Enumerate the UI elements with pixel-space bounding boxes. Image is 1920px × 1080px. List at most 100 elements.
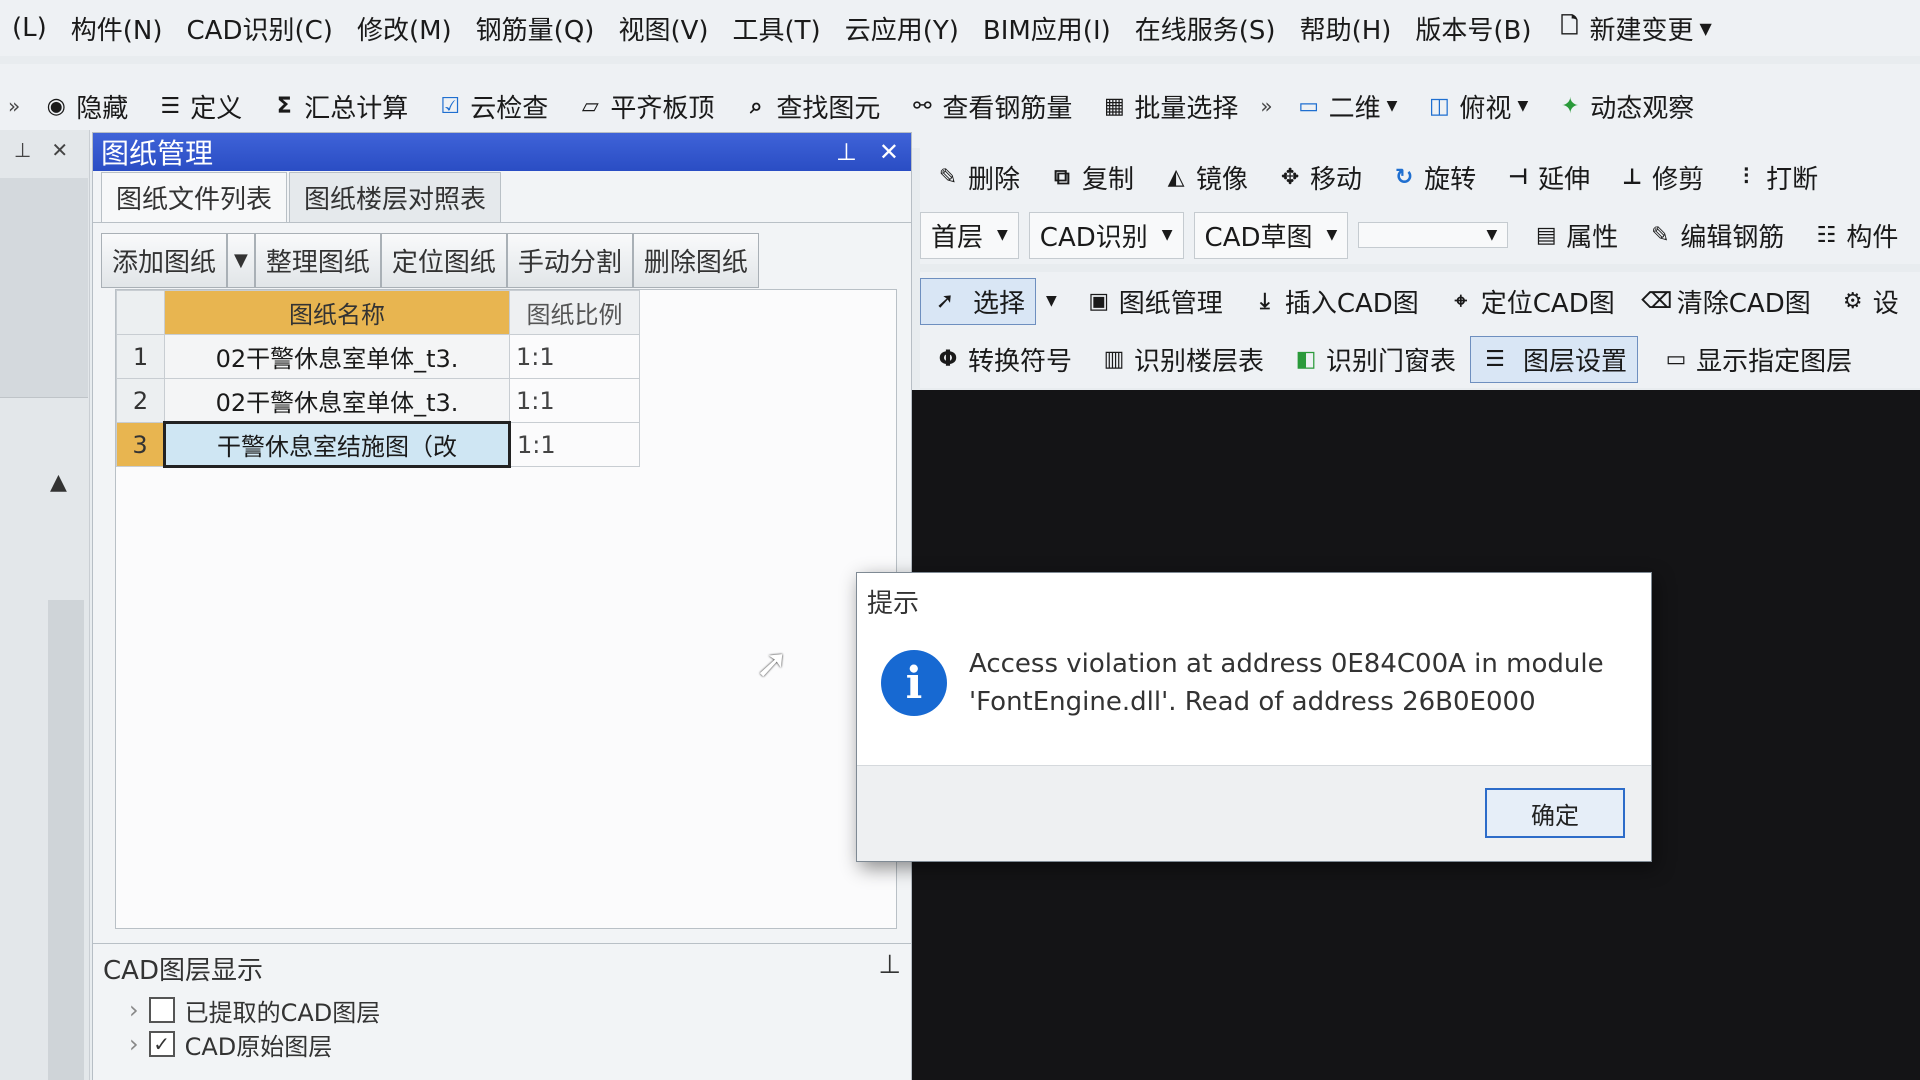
drawing-scale-cell[interactable]: 1:1 <box>509 334 640 379</box>
menu-item-modify[interactable]: 修改(M) <box>345 10 464 47</box>
drawing-scale-cell[interactable]: 1:1 <box>509 378 640 423</box>
batch-select-button[interactable]: ▦ 批量选择 <box>1086 88 1252 125</box>
menu-item-view[interactable]: 视图(V) <box>606 10 720 47</box>
empty-select[interactable]: ▼ <box>1358 222 1509 248</box>
menu-item-cloud[interactable]: 云应用(Y) <box>833 10 971 47</box>
rotate-button[interactable]: ↻ 旋转 <box>1376 159 1490 196</box>
close-icon[interactable]: ✕ <box>879 138 899 166</box>
delete-drawing-button[interactable]: 删除图纸 <box>632 233 759 288</box>
eraser-icon: ✎ <box>938 164 958 190</box>
dynamic-view-button[interactable]: ✦ 动态观察 <box>1542 88 1708 125</box>
view-rebar-label: 查看钢筋量 <box>942 93 1073 124</box>
drawing-scale-cell[interactable]: 1:1 <box>509 422 640 467</box>
copy-button[interactable]: ⧉ 复制 <box>1034 159 1148 196</box>
settings-button[interactable]: ⚙ 设 <box>1825 283 1913 320</box>
layer-settings-button[interactable]: ☰ 图层设置 <box>1470 335 1639 383</box>
recognize-floor-table-button[interactable]: ▥ 识别楼层表 <box>1086 341 1278 378</box>
select-button[interactable]: ➚ 选择 <box>920 277 1037 325</box>
menu-item-bim[interactable]: BIM应用(I) <box>971 10 1123 47</box>
define-button[interactable]: ☰ 定义 <box>142 88 256 125</box>
table-row[interactable]: 1 02干警休息室单体_t3. 1:1 <box>116 334 640 379</box>
mode-select[interactable]: CAD识别 ▼ <box>1028 211 1184 259</box>
drawing-name-cell[interactable]: 干警休息室结施图（改 <box>163 421 511 468</box>
tab-file-list[interactable]: 图纸文件列表 <box>101 172 288 222</box>
break-label: 打断 <box>1766 164 1819 195</box>
layer-settings-label: 图层设置 <box>1523 346 1628 377</box>
chevron-down-icon[interactable]: ▼ <box>1046 293 1057 309</box>
summary-button[interactable]: Σ 汇总计算 <box>256 88 422 125</box>
draft-select[interactable]: CAD草图 ▼ <box>1193 211 1349 259</box>
mirror-button[interactable]: ◭ 镜像 <box>1148 159 1262 196</box>
drawing-icon: ▣ <box>1088 288 1110 314</box>
menu-item-rebar[interactable]: 钢筋量(Q) <box>464 10 607 47</box>
find-button[interactable]: ⌕ 查找图元 <box>728 88 894 125</box>
add-drawing-button[interactable]: 添加图纸 <box>101 233 228 288</box>
tab-floor-mapping[interactable]: 图纸楼层对照表 <box>289 172 502 222</box>
new-change-menu[interactable]: 🗋 新建变更 ▼ <box>1544 10 1724 47</box>
checkbox-checked[interactable]: ✓ <box>148 1031 175 1057</box>
insert-cad-button[interactable]: ⤓ 插入CAD图 <box>1237 283 1433 320</box>
ok-button[interactable]: 确定 <box>1485 788 1625 838</box>
trim-button[interactable]: ⊥ 修剪 <box>1604 159 1718 196</box>
trim-label: 修剪 <box>1652 164 1705 195</box>
hide-button[interactable]: ◉ 隐藏 <box>28 88 142 125</box>
table-row[interactable]: 2 02干警休息室单体_t3. 1:1 <box>116 378 640 423</box>
overflow-chevron-icon[interactable]: » <box>1252 94 1280 118</box>
chevron-up-icon[interactable]: ▲ <box>50 470 67 495</box>
menu-item-tools[interactable]: 工具(T) <box>721 10 833 47</box>
drawing-name-cell[interactable]: 02干警休息室单体_t3. <box>164 378 510 423</box>
pin-icon[interactable]: ⊥ <box>878 950 901 987</box>
overflow-chevron-icon[interactable]: » <box>0 94 28 118</box>
chevron-right-icon[interactable]: › <box>129 996 139 1024</box>
left-dock-strip: ⊥ ✕ ▲ <box>0 130 90 1080</box>
organize-drawing-button[interactable]: 整理图纸 <box>254 233 381 288</box>
break-button[interactable]: ⫶ 打断 <box>1718 159 1832 196</box>
pointer-icon: ➚ <box>935 288 955 314</box>
view-rebar-button[interactable]: ⚯ 查看钢筋量 <box>894 88 1086 125</box>
layer-item-extracted[interactable]: › 已提取的CAD图层 <box>93 993 911 1027</box>
floor-select[interactable]: 首层 ▼ <box>920 211 1019 259</box>
manual-split-button[interactable]: 手动分割 <box>506 233 633 288</box>
convert-symbol-button[interactable]: Φ 转换符号 <box>920 341 1086 378</box>
extend-button[interactable]: ⊣ 延伸 <box>1490 159 1604 196</box>
view-2d-dropdown[interactable]: ▭ 二维 ▼ <box>1281 88 1412 125</box>
cloud-check-button[interactable]: ☑ 云检查 <box>422 88 562 125</box>
align-top-button[interactable]: ▱ 平齐板顶 <box>562 88 728 125</box>
extend-label: 延伸 <box>1538 164 1591 195</box>
add-drawing-dropdown[interactable]: ▼ <box>227 233 255 288</box>
menu-item-cad[interactable]: CAD识别(C) <box>175 10 345 47</box>
close-icon[interactable]: ✕ <box>51 138 68 162</box>
properties-button[interactable]: ▤ 属性 <box>1518 217 1632 254</box>
menu-item-online[interactable]: 在线服务(S) <box>1123 10 1288 47</box>
recognize-door-window-button[interactable]: ◧ 识别门窗表 <box>1278 341 1470 378</box>
drawing-name-cell[interactable]: 02干警休息室单体_t3. <box>164 334 510 379</box>
dialog-message: Access violation at address 0E84C00A in … <box>969 645 1604 721</box>
show-layer-button[interactable]: ▭ 显示指定图层 <box>1648 341 1866 378</box>
table-row-selected[interactable]: 3 干警休息室结施图（改 1:1 <box>116 421 640 468</box>
panel-title: 图纸管理 <box>101 137 214 170</box>
drawing-management-button[interactable]: ▣ 图纸管理 <box>1071 283 1237 320</box>
layer-item-original[interactable]: › ✓ CAD原始图层 <box>93 1027 911 1061</box>
edit-rebar-button[interactable]: ✎ 编辑钢筋 <box>1632 217 1798 254</box>
rotate-label: 旋转 <box>1424 164 1477 195</box>
menu-item-version[interactable]: 版本号(B) <box>1403 10 1543 47</box>
menu-item-component[interactable]: 构件(N) <box>59 10 175 47</box>
move-button[interactable]: ✥ 移动 <box>1262 159 1376 196</box>
column-header-name[interactable]: 图纸名称 <box>164 290 510 335</box>
document-icon: 🗋 <box>1560 14 1579 39</box>
checkbox[interactable] <box>148 997 175 1023</box>
menu-item[interactable]: (L) <box>0 13 59 43</box>
clear-cad-button[interactable]: ⌫ 清除CAD图 <box>1629 283 1825 320</box>
column-header-scale[interactable]: 图纸比例 <box>509 290 640 335</box>
top-view-dropdown[interactable]: ◫ 俯视 ▼ <box>1411 88 1542 125</box>
locate-cad-button[interactable]: ⌖ 定位CAD图 <box>1433 283 1629 320</box>
component-button[interactable]: ☷ 构件 <box>1798 217 1912 254</box>
locate-icon: ⌖ <box>1454 288 1467 314</box>
pin-icon[interactable]: ⊥ <box>14 138 31 162</box>
delete-button[interactable]: ✎ 删除 <box>920 159 1034 196</box>
pin-icon[interactable]: ⊥ <box>836 138 857 166</box>
locate-drawing-button[interactable]: 定位图纸 <box>380 233 507 288</box>
menu-item-help[interactable]: 帮助(H) <box>1288 10 1404 47</box>
chevron-right-icon[interactable]: › <box>129 1030 139 1058</box>
scrollbar[interactable] <box>48 600 84 1080</box>
